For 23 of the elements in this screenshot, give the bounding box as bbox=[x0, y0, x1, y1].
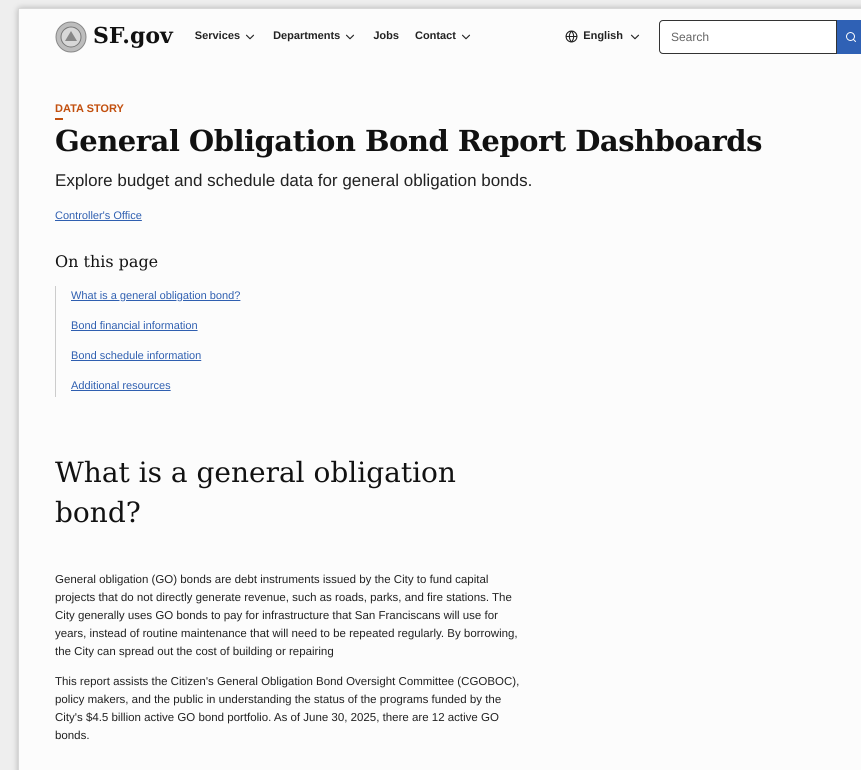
language-selector[interactable]: English bbox=[565, 28, 642, 45]
department-link[interactable]: Controller's Office bbox=[55, 208, 142, 224]
search-icon bbox=[845, 30, 857, 42]
page-anchor-link[interactable]: Bond schedule information bbox=[71, 348, 861, 364]
page-anchor-link[interactable]: Additional resources bbox=[71, 378, 861, 394]
page-anchor-link[interactable]: Bond financial information bbox=[71, 318, 861, 334]
section-heading: On this page bbox=[55, 250, 160, 272]
body-paragraph: General obligation (GO) bonds are debt instruments issued by the City to fund capital projects that do not directly generate revenue, such as roads, parks, and fire stations. The City generally uses GO bonds to pay for infrastructure that San Franciscans will use for years, instead of routine maintenance that will need to be repeated regularly. By borrowing, the City can spread out the cost of building or repairing bbox=[55, 572, 519, 660]
globe-icon bbox=[565, 30, 578, 43]
page-anchor-link[interactable]: What is a general obligation bond? bbox=[71, 288, 861, 304]
accent-bar bbox=[55, 118, 63, 120]
city-seal-icon[interactable] bbox=[55, 20, 87, 52]
section-heading: What is a general obligation bond? bbox=[55, 454, 457, 530]
nav-item[interactable]: Departments bbox=[273, 28, 358, 45]
site-logo[interactable]: SF.gov bbox=[93, 20, 173, 53]
nav-item[interactable]: Contact bbox=[415, 28, 473, 45]
page-subtitle: Explore budget and schedule data for general obligation bonds. bbox=[55, 170, 534, 192]
nav-item[interactable]: Jobs bbox=[373, 28, 399, 45]
eyebrow-label: DATA STORY bbox=[55, 102, 125, 116]
search-field[interactable]: Search bbox=[659, 20, 837, 54]
page-title: General Obligation Bond Report Dashboards bbox=[55, 123, 763, 160]
nav-item[interactable]: Services bbox=[194, 28, 258, 45]
body-paragraph: This report assists the Citizen's General Obligation Bond Oversight Committee (CGOBOC), policy makers, and the public in understanding the status of the programs funded by the City's $4.5 billion active GO bond portfolio. As of June 30, 2025, there are 12 active GO bonds. bbox=[55, 674, 520, 744]
